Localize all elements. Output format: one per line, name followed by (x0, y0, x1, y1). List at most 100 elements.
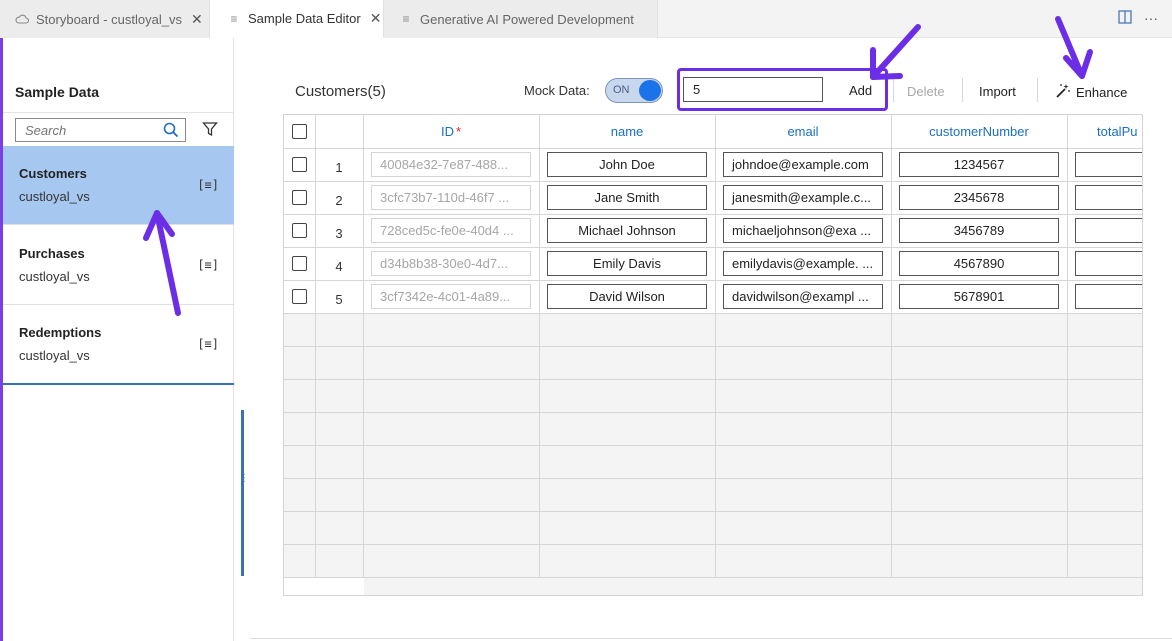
divider (962, 78, 963, 102)
grid-line (284, 280, 1142, 281)
select-all-checkbox[interactable] (292, 124, 307, 139)
grid-line (284, 511, 1142, 512)
total-field[interactable] (1075, 251, 1142, 276)
row-checkbox[interactable] (292, 256, 307, 271)
grid-line (284, 544, 1142, 545)
sidebar-item-redemptions[interactable]: Redemptions custloyal_vs [≡] (3, 305, 234, 384)
grid-line (284, 379, 1142, 380)
close-icon[interactable]: ✕ (191, 11, 203, 28)
row-checkbox[interactable] (292, 223, 307, 238)
filter-icon[interactable] (202, 121, 218, 142)
mock-data-label: Mock Data: (524, 83, 590, 98)
total-field[interactable] (1075, 218, 1142, 243)
id-field[interactable]: d34b8b38-30e0-4d7... (371, 251, 531, 276)
id-field[interactable]: 3cf7342e-4c01-4a89... (371, 284, 531, 309)
page-title: Customers(5) (295, 83, 386, 100)
document-icon: ≡ (402, 12, 410, 26)
row-checkbox[interactable] (292, 289, 307, 304)
drag-handle-icon[interactable]: ⋮ (239, 474, 249, 484)
entity-name: Customers (19, 166, 87, 181)
row-number: 4 (335, 259, 343, 274)
divider (1037, 78, 1038, 102)
grid-line (284, 247, 1142, 248)
divider (250, 638, 1172, 639)
toggle-state-label: ON (613, 84, 630, 96)
customer-number-field[interactable]: 2345678 (899, 185, 1059, 210)
document-icon: ≡ (230, 11, 238, 26)
panel-resize-handle[interactable] (241, 410, 244, 576)
row-checkbox[interactable] (292, 157, 307, 172)
search-box (15, 118, 186, 142)
enhance-button[interactable]: Enhance (1055, 83, 1127, 102)
grid-line (284, 478, 1142, 479)
customer-number-field[interactable]: 4567890 (899, 251, 1059, 276)
column-header-customer-number[interactable]: customerNumber (891, 124, 1067, 139)
id-field[interactable]: 40084e32-7e87-488... (371, 152, 531, 177)
email-field[interactable]: michaeljohnson@exa ... (723, 218, 883, 243)
tab-storyboard[interactable]: Storyboard - custloyal_vs ✕ (0, 0, 210, 38)
tab-label: Generative AI Powered Development (420, 11, 634, 27)
search-icon[interactable] (163, 122, 179, 143)
column-header-label: ID (440, 124, 454, 139)
grid-line (284, 181, 1142, 182)
row-number: 5 (335, 292, 343, 307)
column-header-name[interactable]: name (539, 124, 715, 139)
name-field[interactable]: Michael Johnson (547, 218, 707, 243)
customer-number-field[interactable]: 3456789 (899, 218, 1059, 243)
id-field[interactable]: 3cfc73b7-110d-46f7 ... (371, 185, 531, 210)
name-field[interactable]: John Doe (547, 152, 707, 177)
total-field[interactable] (1075, 284, 1142, 309)
editor-tab-bar: Storyboard - custloyal_vs ✕ ≡ Sample Dat… (0, 0, 1172, 38)
list-view-icon[interactable]: [≡] (197, 178, 219, 192)
column-header-email[interactable]: email (715, 124, 891, 139)
list-view-icon[interactable]: [≡] (197, 258, 219, 272)
id-field[interactable]: 728ced5c-fe0e-40d4 ... (371, 218, 531, 243)
sample-data-sidebar: Sample Data Customers custloyal_vs [≡] P… (3, 38, 234, 641)
row-number: 1 (335, 160, 343, 175)
total-field[interactable] (1075, 152, 1142, 177)
horizontal-scrollbar[interactable] (284, 578, 364, 595)
list-view-icon[interactable]: [≡] (197, 337, 219, 351)
tab-label: Sample Data Editor (248, 11, 361, 26)
grid-line (284, 445, 1142, 446)
mock-data-toggle[interactable]: ON (605, 78, 663, 103)
delete-button[interactable]: Delete (907, 84, 945, 99)
close-icon[interactable]: ✕ (370, 10, 382, 27)
tab-generative-ai[interactable]: ≡ Generative AI Powered Development (384, 0, 658, 38)
add-count-input[interactable] (683, 77, 823, 102)
enhance-label: Enhance (1076, 85, 1128, 100)
more-actions-icon[interactable]: ··· (1144, 10, 1158, 27)
email-field[interactable]: emilydavis@example. ... (723, 251, 883, 276)
customer-number-field[interactable]: 5678901 (899, 284, 1059, 309)
cloud-icon (14, 14, 30, 24)
sidebar-item-purchases[interactable]: Purchases custloyal_vs [≡] (3, 226, 234, 305)
row-number: 2 (335, 193, 343, 208)
name-field[interactable]: Emily Davis (547, 251, 707, 276)
row-checkbox[interactable] (292, 190, 307, 205)
import-button[interactable]: Import (979, 84, 1016, 99)
email-field[interactable]: johndoe@example.com (723, 152, 883, 177)
entity-service: custloyal_vs (19, 189, 90, 204)
grid-line (284, 412, 1142, 413)
sidebar-item-customers[interactable]: Customers custloyal_vs [≡] (3, 146, 234, 225)
data-grid: ID * name email customerNumber totalPu 1 … (283, 114, 1143, 596)
entity-service: custloyal_vs (19, 269, 90, 284)
total-field[interactable] (1075, 185, 1142, 210)
required-marker: * (455, 124, 462, 139)
email-field[interactable]: davidwilson@exampl ... (723, 284, 883, 309)
email-field[interactable]: janesmith@example.c... (723, 185, 883, 210)
column-header-id[interactable]: ID * (363, 124, 539, 139)
grid-line (284, 313, 1142, 314)
grid-line (284, 214, 1142, 215)
row-number: 3 (335, 226, 343, 241)
grid-line (284, 577, 1142, 578)
name-field[interactable]: Jane Smith (547, 185, 707, 210)
name-field[interactable]: David Wilson (547, 284, 707, 309)
customer-number-field[interactable]: 1234567 (899, 152, 1059, 177)
search-input[interactable] (16, 119, 156, 141)
add-button[interactable]: Add (849, 83, 872, 98)
tab-sample-data-editor[interactable]: ≡ Sample Data Editor ✕ (210, 0, 384, 38)
grid-line (284, 148, 1142, 149)
split-editor-icon[interactable] (1118, 10, 1132, 27)
column-header-total[interactable]: totalPu (1067, 124, 1142, 139)
